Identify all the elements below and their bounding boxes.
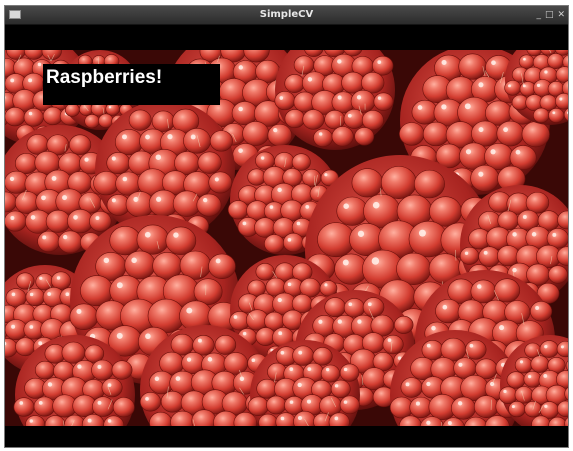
raspberries-photo <box>5 50 568 426</box>
maximize-button[interactable]: □ <box>545 8 554 22</box>
overlay-label-box: Raspberries! <box>43 64 220 105</box>
overlay-label: Raspberries! <box>46 67 163 88</box>
window-title: SimpleCV <box>259 9 314 20</box>
minimize-button[interactable]: _ <box>536 8 541 22</box>
window-controls: _ □ ✕ <box>536 8 565 22</box>
image-canvas: Raspberries! <box>5 25 568 447</box>
close-button[interactable]: ✕ <box>557 8 565 22</box>
raspberries-image <box>5 50 568 426</box>
simplecv-window: SimpleCV _ □ ✕ Raspberries! <box>4 5 569 448</box>
title-bar[interactable]: SimpleCV _ □ ✕ <box>5 6 568 25</box>
